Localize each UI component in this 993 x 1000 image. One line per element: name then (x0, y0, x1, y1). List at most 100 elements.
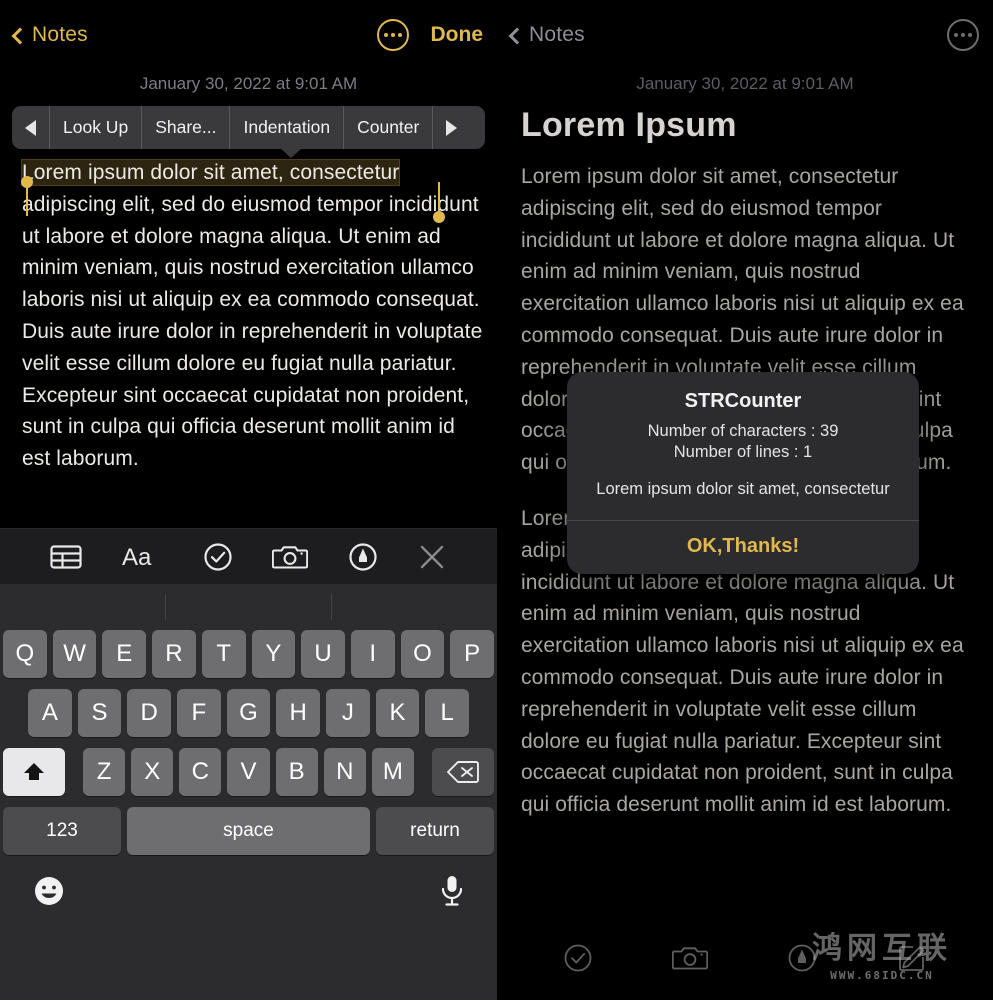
key-h[interactable]: H (276, 689, 321, 737)
callout-item-counter[interactable]: Counter (344, 106, 434, 149)
key-l[interactable]: L (425, 689, 470, 737)
callout-prev-button[interactable] (12, 106, 50, 149)
left-navbar-actions: Done (376, 19, 484, 51)
key-p[interactable]: P (450, 630, 495, 678)
shift-up-arrow-icon[interactable] (3, 748, 65, 796)
key-s[interactable]: S (77, 689, 122, 737)
ellipsis-circle-icon[interactable] (376, 19, 409, 51)
left-navbar: Notes Done (0, 0, 497, 70)
alert-lines-count: Number of lines : 1 (673, 443, 813, 461)
key-f[interactable]: F (177, 689, 221, 737)
key-n[interactable]: N (323, 748, 366, 796)
note-remaining-text: adipiscing elit, sed do eiusmod tempor i… (22, 192, 483, 471)
key-t[interactable]: T (201, 630, 246, 678)
backspace-icon[interactable] (431, 748, 494, 796)
callout-item-share[interactable]: Share... (142, 106, 231, 149)
key-v[interactable]: V (227, 748, 270, 796)
smiley-face-icon[interactable] (32, 874, 66, 913)
keyboard-row-3: Z X C V B N M (0, 748, 497, 796)
key-u[interactable]: U (301, 630, 345, 678)
markup-pen-icon[interactable] (787, 943, 817, 978)
svg-text:Aa: Aa (122, 544, 152, 571)
screenshot-root: Notes Done January 30, 2022 at 9:01 AM L… (0, 0, 993, 1000)
key-m[interactable]: M (371, 748, 414, 796)
key-g[interactable]: G (226, 689, 271, 737)
key-q[interactable]: Q (2, 630, 47, 678)
right-navbar: Notes (497, 0, 993, 70)
alert-characters-count: Number of characters : 39 (647, 422, 839, 440)
keyboard-row-4: 123 space return (0, 807, 497, 855)
key-y[interactable]: Y (251, 630, 296, 678)
alert-content: STRCounter Number of characters : 39 Num… (567, 372, 919, 520)
key-a[interactable]: A (27, 689, 72, 737)
microphone-icon[interactable] (439, 874, 465, 913)
chevron-left-icon (11, 27, 29, 44)
right-bottom-toolbar (497, 934, 993, 986)
key-i[interactable]: I (350, 630, 395, 678)
dot (390, 33, 395, 37)
right-note-date: January 30, 2022 at 9:01 AM (636, 74, 854, 93)
key-d[interactable]: D (127, 689, 171, 737)
text-format-icon[interactable]: Aa (121, 543, 163, 571)
callout-next-button[interactable] (433, 106, 470, 149)
dot (397, 33, 402, 37)
selection-start-handle[interactable] (21, 176, 33, 188)
on-screen-keyboard: Q W E R T Y U I O P A S D F G H J K L Z … (0, 584, 497, 1000)
triangle-right-icon (446, 119, 458, 136)
text-selection-callout-menu: Look Up Share... Indentation Counter (0, 100, 497, 158)
left-note-editor-panel: Notes Done January 30, 2022 at 9:01 AM L… (0, 0, 497, 1000)
key-x[interactable]: X (131, 748, 174, 796)
return-key[interactable]: return (376, 807, 494, 855)
right-note-viewer-panel: Notes January 30, 2022 at 9:01 AM Lorem … (497, 0, 993, 1000)
alert-ok-button[interactable]: OK,Thanks! (567, 521, 919, 574)
camera-icon[interactable] (671, 944, 708, 977)
back-to-notes-button-right[interactable]: Notes (508, 23, 585, 47)
key-k[interactable]: K (375, 689, 420, 737)
key-e[interactable]: E (102, 630, 147, 678)
key-j[interactable]: J (326, 689, 370, 737)
key-b[interactable]: B (275, 748, 318, 796)
alert-message: Lorem ipsum dolor sit amet, consectetur (596, 480, 890, 498)
key-c[interactable]: C (179, 748, 222, 796)
dot (954, 33, 958, 37)
compose-icon[interactable] (896, 942, 928, 979)
close-icon[interactable] (417, 542, 447, 572)
key-o[interactable]: O (400, 630, 445, 678)
predictive-text-bar (0, 584, 497, 630)
row3-spacer (71, 748, 77, 796)
callout-bar: Look Up Share... Indentation Counter (12, 106, 485, 149)
key-w[interactable]: W (52, 630, 97, 678)
selection-end-handle[interactable] (433, 211, 445, 223)
markup-pen-icon[interactable] (348, 542, 378, 572)
chevron-left-icon (508, 27, 526, 44)
note-title: Lorem Ipsum (521, 106, 737, 144)
done-button[interactable]: Done (431, 23, 484, 47)
numeric-keyboard-button[interactable]: 123 (3, 807, 121, 855)
note-format-toolbar: Aa (0, 528, 497, 584)
camera-icon[interactable] (272, 543, 309, 571)
callout-tail (280, 148, 302, 158)
strcounter-alert-dialog: STRCounter Number of characters : 39 Num… (567, 372, 919, 574)
back-to-notes-button[interactable]: Notes (11, 23, 88, 47)
left-note-text[interactable]: Lorem ipsum dolor sit amet, consectetur … (0, 149, 497, 475)
checklist-icon[interactable] (563, 943, 593, 978)
predictive-divider (331, 594, 332, 620)
checklist-icon[interactable] (203, 542, 233, 572)
space-key[interactable]: space (127, 807, 370, 855)
alert-title: STRCounter (684, 390, 802, 412)
back-button-label-right: Notes (529, 23, 585, 46)
triangle-left-icon (25, 119, 36, 136)
keyboard-row-2: A S D F G H J K L (0, 689, 497, 737)
dot (968, 33, 972, 37)
key-z[interactable]: Z (83, 748, 126, 796)
keyboard-bottom-row (0, 866, 497, 913)
table-icon[interactable] (50, 544, 82, 570)
dot (961, 33, 965, 37)
predictive-divider (165, 594, 166, 620)
right-navbar-actions (947, 19, 979, 51)
alert-spacer (587, 463, 899, 479)
key-r[interactable]: R (152, 630, 196, 678)
callout-item-indentation[interactable]: Indentation (230, 106, 345, 149)
ellipsis-circle-icon[interactable] (947, 19, 979, 51)
callout-item-look-up[interactable]: Look Up (50, 106, 143, 149)
